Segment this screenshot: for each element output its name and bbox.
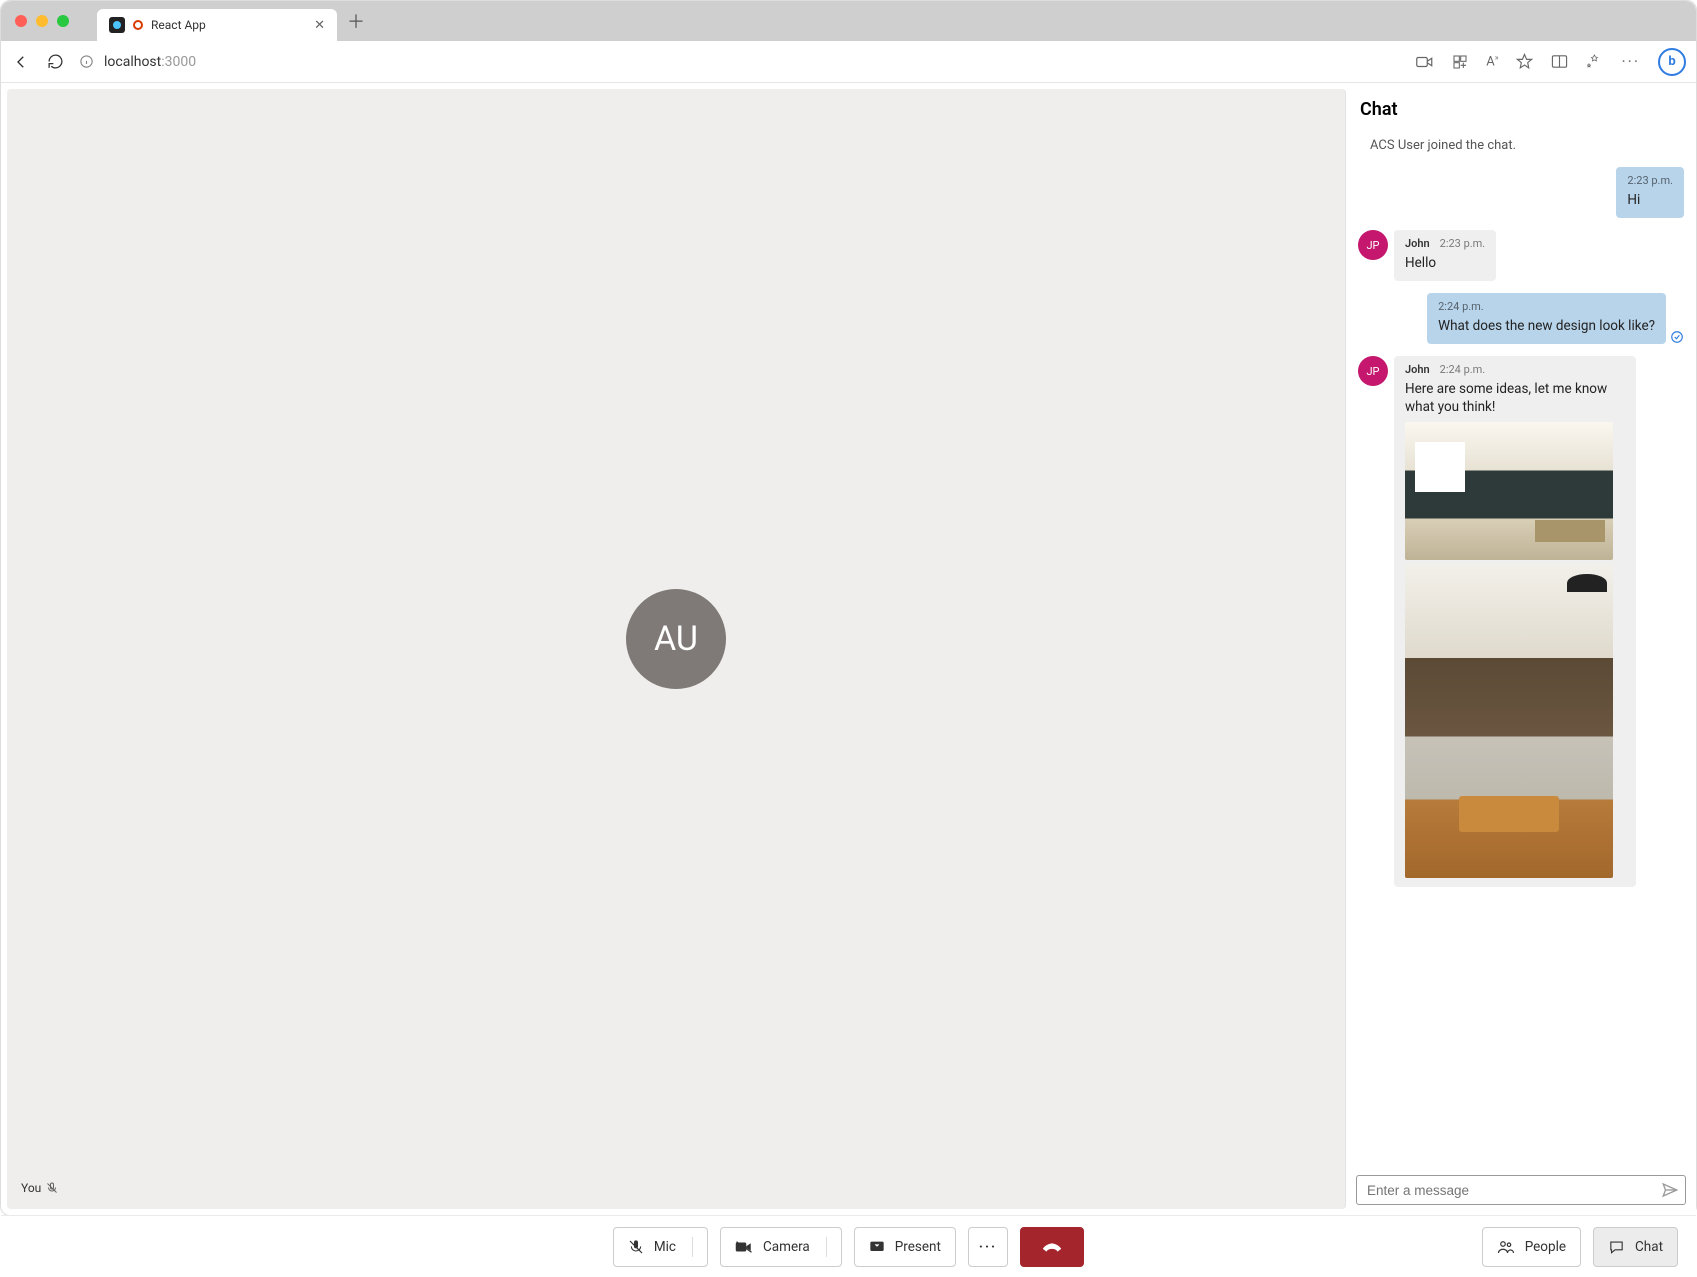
site-info-icon[interactable] [79, 54, 94, 69]
browser-toolbar-right: A» ··· b [1416, 48, 1686, 76]
recording-indicator-icon [133, 20, 143, 30]
browser-tab[interactable]: React App ✕ [97, 9, 337, 41]
favorite-icon[interactable] [1516, 53, 1533, 70]
chat-input[interactable] [1367, 1183, 1661, 1198]
message-time: 2:23 p.m. [1627, 174, 1673, 189]
people-button[interactable]: People [1482, 1227, 1581, 1267]
camera-label: Camera [763, 1239, 810, 1255]
hangup-button[interactable] [1020, 1227, 1084, 1267]
text-size-icon[interactable]: A» [1486, 53, 1498, 69]
present-label: Present [895, 1239, 941, 1255]
url-host: localhost [104, 54, 161, 70]
message-bubble[interactable]: 2:23 p.m. Hi [1616, 167, 1684, 218]
url-port: :3000 [161, 54, 196, 70]
chat-message-mine: 2:24 p.m. What does the new design look … [1358, 293, 1684, 344]
message-text: Here are some ideas, let me know what yo… [1405, 380, 1625, 416]
chat-title: Chat [1360, 99, 1682, 120]
message-bubble[interactable]: John 2:23 p.m. Hello [1394, 230, 1496, 281]
collections-icon[interactable] [1586, 53, 1603, 70]
more-menu-icon[interactable]: ··· [1621, 52, 1640, 71]
camera-off-icon [735, 1240, 753, 1254]
extensions-icon[interactable] [1452, 54, 1468, 70]
chat-message-other: JP John 2:24 p.m. Here are some ideas, l… [1358, 356, 1684, 887]
present-button[interactable]: Present [854, 1227, 956, 1267]
message-text: Hello [1405, 254, 1485, 272]
video-capture-icon[interactable] [1416, 55, 1434, 69]
more-actions-button[interactable]: ··· [968, 1227, 1008, 1267]
chat-message-mine: 2:23 p.m. Hi [1358, 167, 1684, 218]
copilot-button[interactable]: b [1658, 48, 1686, 76]
tab-close-button[interactable]: ✕ [314, 18, 325, 33]
self-label: You [21, 1181, 58, 1195]
message-sender: John [1405, 363, 1430, 378]
message-bubble[interactable]: 2:24 p.m. What does the new design look … [1427, 293, 1666, 344]
call-toolbar: Mic Camera Present ··· People Chat [1, 1215, 1696, 1277]
read-receipt-icon [1670, 330, 1684, 344]
video-stage: AU You [7, 89, 1346, 1209]
message-text: What does the new design look like? [1438, 317, 1655, 335]
tab-favicon-icon [109, 17, 125, 33]
browser-address-bar: localhost:3000 A» ··· b [1, 41, 1696, 83]
refresh-button[interactable] [45, 53, 65, 70]
chat-compose [1356, 1175, 1686, 1205]
mic-button[interactable]: Mic [613, 1227, 708, 1267]
message-time: 2:24 p.m. [1440, 363, 1486, 378]
tab-title: React App [151, 18, 206, 32]
people-label: People [1525, 1239, 1566, 1255]
participant-initials: AU [654, 619, 698, 659]
self-label-text: You [21, 1181, 41, 1195]
message-time: 2:24 p.m. [1438, 300, 1484, 315]
chat-system-message: ACS User joined the chat. [1370, 138, 1678, 153]
message-text: Hi [1627, 191, 1673, 209]
people-icon [1497, 1239, 1515, 1255]
chat-icon [1608, 1239, 1625, 1255]
chat-label: Chat [1635, 1239, 1663, 1255]
message-time: 2:23 p.m. [1440, 237, 1486, 252]
message-attachment-image[interactable] [1405, 422, 1613, 560]
back-button[interactable] [11, 53, 31, 71]
chat-message-other: JP John 2:23 p.m. Hello [1358, 230, 1684, 281]
chat-panel: Chat ACS User joined the chat. 2:23 p.m.… [1346, 83, 1696, 1215]
send-button[interactable] [1661, 1181, 1679, 1199]
sender-avatar: JP [1358, 230, 1388, 260]
present-icon [869, 1240, 885, 1254]
maximize-window-button[interactable] [57, 15, 69, 27]
split-screen-icon[interactable] [1551, 54, 1568, 69]
minimize-window-button[interactable] [36, 15, 48, 27]
sender-avatar: JP [1358, 356, 1388, 386]
participant-avatar: AU [626, 589, 726, 689]
message-attachment-image[interactable] [1405, 564, 1613, 878]
message-bubble[interactable]: John 2:24 p.m. Here are some ideas, let … [1394, 356, 1636, 887]
hangup-icon [1041, 1239, 1063, 1255]
app-body: AU You Chat ACS User joined the chat. 2:… [1, 83, 1696, 1215]
url-input[interactable]: localhost:3000 [79, 54, 1402, 70]
window-titlebar: React App ✕ ＋ [1, 1, 1696, 41]
traffic-lights [15, 15, 69, 27]
mic-muted-icon [46, 1182, 58, 1194]
more-icon: ··· [979, 1239, 997, 1255]
message-sender: John [1405, 237, 1430, 252]
close-window-button[interactable] [15, 15, 27, 27]
mic-off-icon [628, 1239, 644, 1255]
chat-toggle-button[interactable]: Chat [1593, 1227, 1678, 1267]
new-tab-button[interactable]: ＋ [347, 8, 365, 34]
camera-button[interactable]: Camera [720, 1227, 842, 1267]
mic-label: Mic [654, 1239, 676, 1255]
chat-message-list[interactable]: ACS User joined the chat. 2:23 p.m. Hi J… [1356, 134, 1686, 1167]
